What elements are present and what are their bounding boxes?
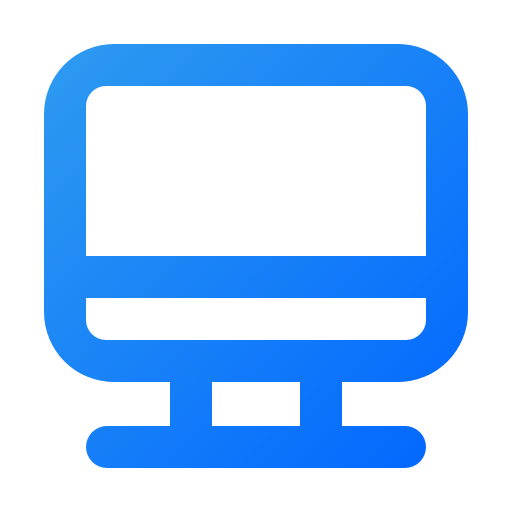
stand-right-leg (300, 380, 342, 430)
desktop-computer-icon (44, 44, 468, 468)
monitor-frame (44, 44, 468, 382)
stand-left-leg (170, 380, 212, 430)
icon-canvas (0, 0, 512, 512)
stand-base (86, 426, 426, 468)
